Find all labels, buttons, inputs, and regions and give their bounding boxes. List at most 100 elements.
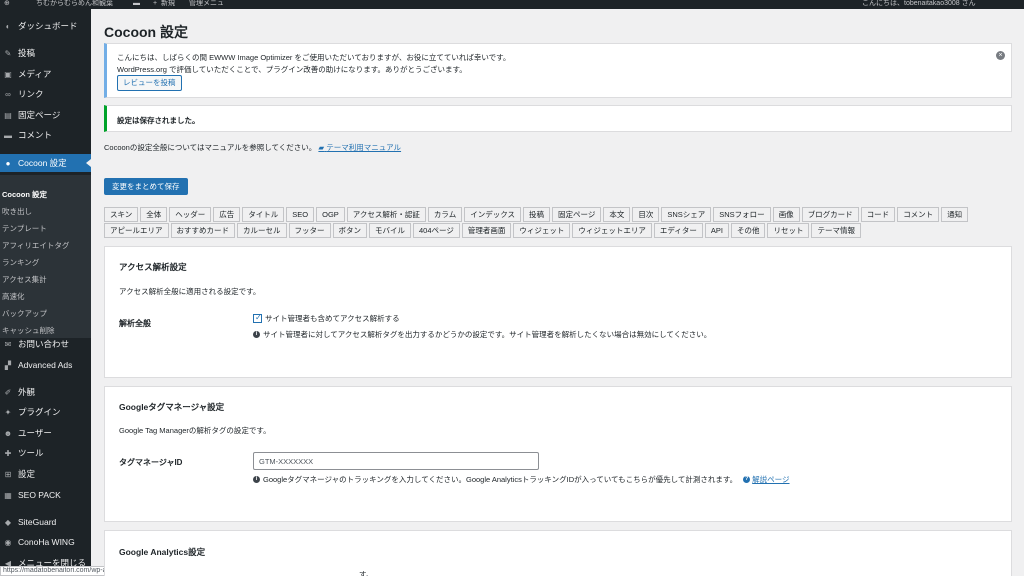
sidebar-item-appearance[interactable]: ✐ 外観 bbox=[0, 383, 91, 401]
tab-item[interactable]: その他 bbox=[730, 223, 766, 238]
tab-item[interactable]: モバイル bbox=[369, 223, 411, 238]
tab-item[interactable]: ウィジェットエリア bbox=[572, 223, 652, 238]
tab-item[interactable]: 目次 bbox=[632, 207, 660, 222]
tab-item[interactable]: カルーセル bbox=[237, 223, 287, 238]
dismiss-icon[interactable]: × bbox=[996, 51, 1005, 60]
help-circle-icon: ? bbox=[743, 476, 751, 483]
new-link[interactable]: 新規 bbox=[161, 0, 175, 8]
page-icon: ▤ bbox=[4, 110, 12, 120]
submenu-affiliate-tag[interactable]: アフィリエイトタグ bbox=[2, 240, 69, 251]
sidebar-item-links[interactable]: ∞ リンク bbox=[0, 85, 91, 103]
sidebar-item-plugins[interactable]: ✦ プラグイン bbox=[0, 403, 91, 421]
tab-item[interactable]: 管理者画面 bbox=[461, 223, 512, 238]
tab-item[interactable]: SNSフォロー bbox=[713, 207, 771, 222]
sidebar-item-posts[interactable]: ✎ 投稿 bbox=[0, 44, 91, 62]
submenu-backup[interactable]: バックアップ bbox=[2, 308, 47, 319]
site-name-link[interactable]: ちむからむらめん和観葉 bbox=[36, 0, 113, 8]
tab-item[interactable]: 本文 bbox=[603, 207, 631, 222]
tab-item[interactable]: OGP bbox=[316, 207, 345, 222]
tab-item[interactable]: ブログカード bbox=[801, 207, 859, 222]
sidebar-item-cocoon-settings[interactable]: ● Cocoon 設定 bbox=[0, 154, 91, 172]
tab-item[interactable]: リセット bbox=[767, 223, 810, 238]
sidebar-item-users[interactable]: ☻ ユーザー bbox=[0, 424, 91, 442]
tab-item[interactable]: おすすめカード bbox=[170, 223, 235, 238]
tab-item[interactable]: 通知 bbox=[941, 207, 969, 222]
submenu-cocoon-settings[interactable]: Cocoon 設定 bbox=[2, 189, 47, 200]
submenu-template[interactable]: テンプレート bbox=[2, 223, 47, 234]
account-greeting[interactable]: こんにちは、tobenaitakao3008 さん bbox=[862, 0, 976, 8]
tab-item[interactable]: ボタン bbox=[332, 223, 367, 238]
include-admin-checkbox[interactable] bbox=[253, 313, 262, 323]
tab-item[interactable]: コメント bbox=[897, 207, 940, 222]
sidebar-item-pages[interactable]: ▤ 固定ページ bbox=[0, 106, 91, 124]
include-admin-label: サイト管理者も含めてアクセス解析する bbox=[265, 314, 400, 323]
tab-item[interactable]: インデックス bbox=[464, 207, 521, 222]
gtm-label: タグマネージャID bbox=[119, 458, 183, 467]
tab-item[interactable]: API bbox=[704, 223, 729, 238]
submenu-speedup[interactable]: 高速化 bbox=[2, 291, 25, 302]
tool-icon: ✚ bbox=[4, 448, 12, 458]
tab-item[interactable]: SNSシェア bbox=[661, 207, 712, 222]
submenu-access-count[interactable]: アクセス集計 bbox=[2, 274, 47, 285]
tab-item[interactable]: 投稿 bbox=[522, 207, 550, 222]
sidebar-item-label: 投稿 bbox=[18, 48, 36, 58]
sidebar-item-settings[interactable]: ⊞ 設定 bbox=[0, 465, 91, 483]
sidebar-item-label: ConoHa WING bbox=[18, 537, 75, 547]
gtm-desc: Google Tag Managerの解析タグの設定です。 bbox=[119, 426, 271, 435]
tab-item[interactable]: アクセス解析・認証 bbox=[346, 207, 426, 222]
gtm-help: i Googleタグマネージャのトラッキングを入力してください。Google A… bbox=[253, 474, 790, 485]
gtm-help-text: Googleタグマネージャのトラッキングを入力してください。Google Ana… bbox=[263, 475, 738, 484]
ga-desc-tail: す。 bbox=[359, 570, 374, 576]
tab-item[interactable]: 固定ページ bbox=[551, 207, 602, 222]
submenu-speech-balloon[interactable]: 吹き出し bbox=[2, 206, 32, 217]
admin-bar: ⊕ ちむからむらめん和観葉 ▬ + 新規 管理メニュ こんにちは、tobenai… bbox=[0, 0, 1024, 9]
tab-item[interactable]: 広告 bbox=[213, 207, 241, 222]
tab-item[interactable]: スキン bbox=[104, 207, 139, 222]
tab-item[interactable]: カラム bbox=[427, 207, 463, 222]
tab-item[interactable]: テーマ情報 bbox=[811, 223, 861, 238]
sidebar-item-advanced-ads[interactable]: ▞ Advanced Ads bbox=[0, 356, 91, 374]
sidebar-item-seo-pack[interactable]: ▦ SEO PACK bbox=[0, 486, 91, 504]
tab-item[interactable]: ウィジェット bbox=[513, 223, 571, 238]
tab-item[interactable]: 全体 bbox=[140, 207, 168, 222]
comments-icon[interactable]: ▬ bbox=[133, 0, 140, 8]
tab-item[interactable]: 404ページ bbox=[413, 223, 460, 238]
gtm-id-input[interactable] bbox=[253, 452, 539, 470]
include-admin-checkbox-row[interactable]: サイト管理者も含めてアクセス解析する bbox=[253, 313, 400, 324]
mail-icon: ✉ bbox=[4, 339, 12, 349]
tab-item[interactable]: ヘッダー bbox=[169, 207, 212, 222]
sidebar-item-label: Cocoon 設定 bbox=[18, 158, 67, 168]
sidebar-item-conoha-wing[interactable]: ◉ ConoHa WING bbox=[0, 533, 91, 551]
submenu-ranking[interactable]: ランキング bbox=[2, 257, 39, 268]
sidebar-item-siteguard[interactable]: ◆ SiteGuard bbox=[0, 513, 91, 531]
tab-item[interactable]: 画像 bbox=[772, 207, 800, 222]
wp-logo-icon[interactable]: ⊕ bbox=[4, 0, 10, 8]
settings-tabs: スキン 全体 ヘッダー 広告 タイトル SEO OGP アクセス解析・認証 カラム インデックス投… bbox=[104, 207, 994, 239]
cocoon-submenu: Cocoon 設定 吹き出し テンプレート アフィリエイトタグ ランキング アク… bbox=[0, 175, 91, 338]
sidebar-item-media[interactable]: ▣ メディア bbox=[0, 65, 91, 83]
gtm-help-link[interactable]: 解説ページ bbox=[752, 474, 789, 485]
sidebar-item-label: ユーザー bbox=[18, 428, 52, 438]
manual-link[interactable]: ▰ テーマ利用マニュアル bbox=[318, 143, 401, 152]
post-review-button[interactable]: レビューを投稿 bbox=[117, 75, 182, 91]
tab-item[interactable]: フッター bbox=[288, 223, 331, 238]
sidebar-item-dashboard[interactable]: ◐ ダッシュボード bbox=[0, 17, 91, 35]
sidebar-item-comments[interactable]: ▬ コメント bbox=[0, 126, 91, 144]
google-analytics-panel: Google Analytics設定 す。 bbox=[104, 530, 1012, 576]
conoha-icon: ◉ bbox=[4, 537, 12, 547]
sidebar-item-label: お問い合わせ bbox=[18, 339, 70, 349]
user-icon: ☻ bbox=[3, 428, 13, 438]
save-all-button[interactable]: 変更をまとめて保存 bbox=[104, 178, 188, 195]
tab-item[interactable]: SEO bbox=[286, 207, 315, 222]
manage-menu-link[interactable]: 管理メニュ bbox=[189, 0, 224, 8]
tab-item[interactable]: アピールエリア bbox=[104, 223, 169, 238]
sidebar-item-tools[interactable]: ✚ ツール bbox=[0, 444, 91, 462]
tab-item[interactable]: タイトル bbox=[242, 207, 285, 222]
settings-saved-text: 設定は保存されました。 bbox=[117, 116, 200, 125]
sidebar-item-label: メディア bbox=[18, 69, 52, 79]
sidebar-item-contact[interactable]: ✉ お問い合わせ bbox=[0, 335, 91, 353]
review-notice-line1: こんにちは、しばらくの間 EWWW Image Optimizer をご使用いた… bbox=[117, 53, 511, 62]
tab-item[interactable]: コード bbox=[860, 207, 896, 222]
pin-icon: ✎ bbox=[4, 48, 12, 58]
tab-item[interactable]: エディター bbox=[653, 223, 703, 238]
